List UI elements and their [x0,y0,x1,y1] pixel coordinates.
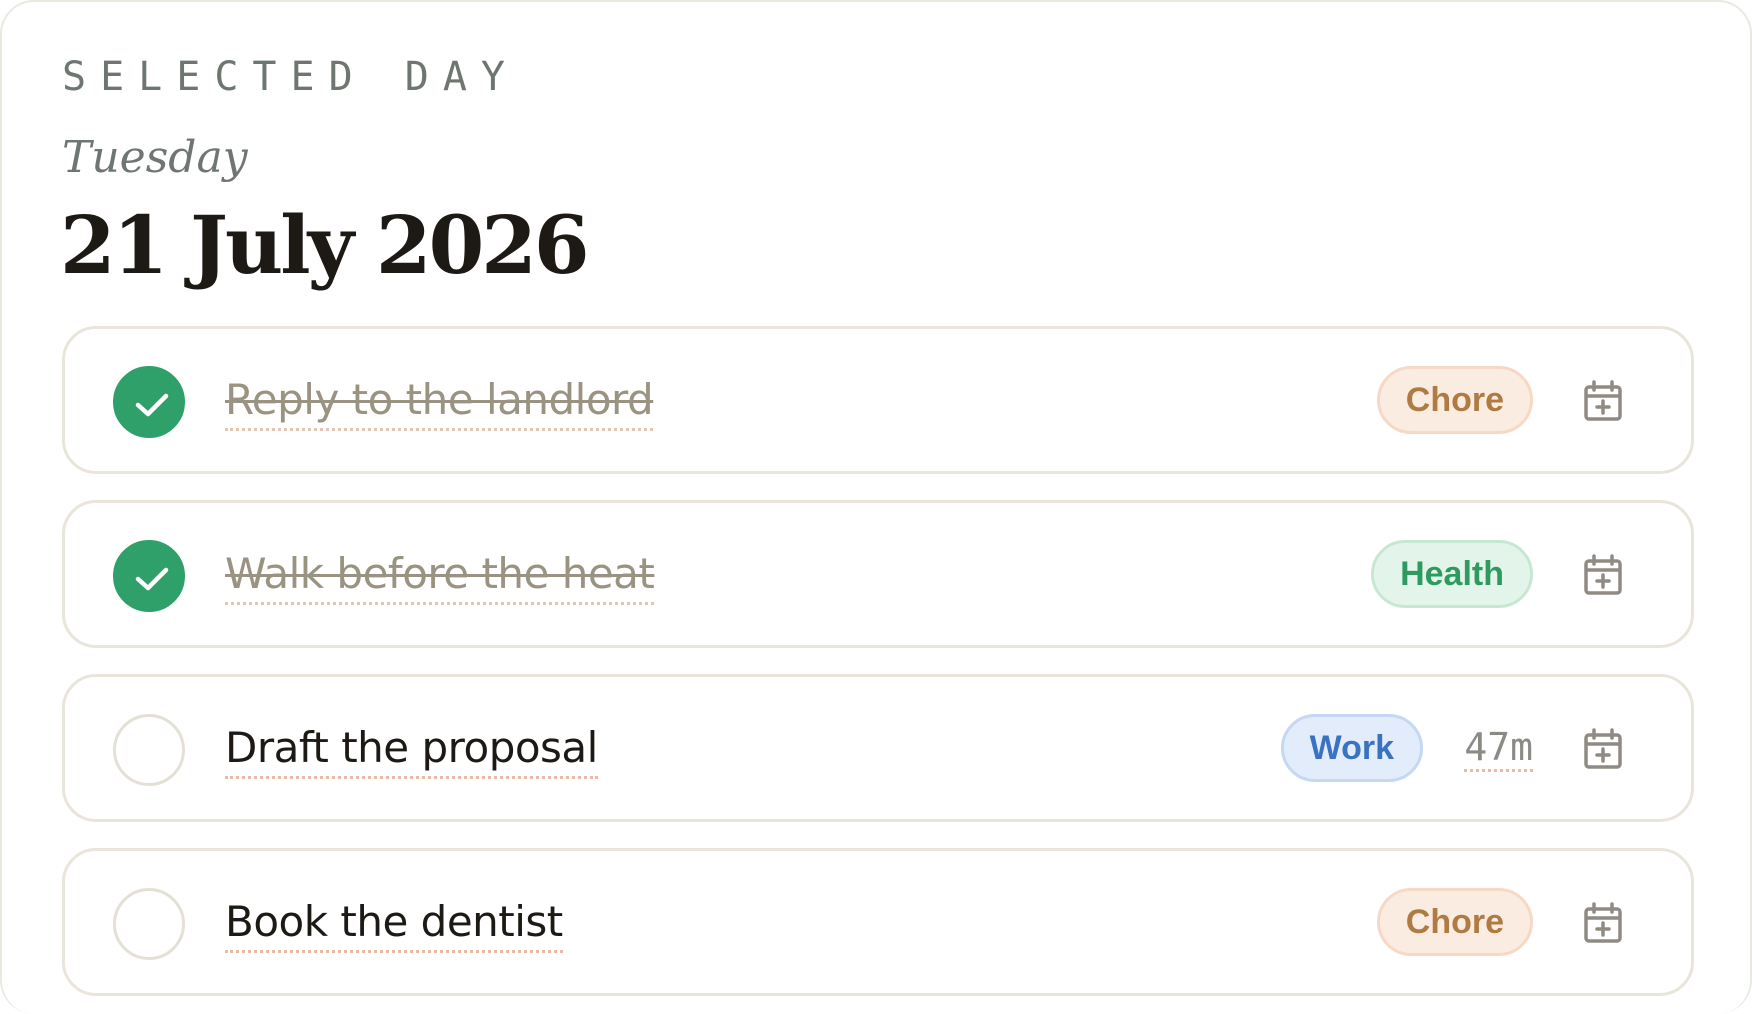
task-checkbox[interactable] [113,888,185,960]
task-row: Book the dentist Chore [62,848,1694,996]
calendar-plus-icon [1584,554,1622,595]
calendar-plus-icon [1584,728,1622,769]
category-tag[interactable]: Chore [1376,366,1533,434]
schedule-button[interactable] [1577,550,1629,602]
task-row: Reply to the landlord Chore [62,326,1694,474]
schedule-button[interactable] [1577,724,1629,776]
schedule-button[interactable] [1577,376,1629,428]
calendar-plus-icon [1584,902,1622,943]
schedule-button[interactable] [1577,898,1629,950]
task-checkbox[interactable] [113,540,185,612]
task-row: Draft the proposal Work 47m [62,674,1694,822]
date-heading: 21 July 2026 [60,198,590,292]
calendar-plus-icon [1584,380,1622,421]
task-title[interactable]: Reply to the landlord [225,373,654,431]
weekday-label: Tuesday [62,132,248,183]
task-title[interactable]: Book the dentist [225,895,563,953]
task-title[interactable]: Walk before the heat [225,547,655,605]
duration-label[interactable]: 47m [1464,725,1533,772]
task-title[interactable]: Draft the proposal [225,721,598,779]
category-tag[interactable]: Chore [1376,888,1533,956]
section-label: SELECTED DAY [62,54,519,100]
task-row: Walk before the heat Health [62,500,1694,648]
category-tag[interactable]: Work [1280,714,1423,782]
task-checkbox[interactable] [113,714,185,786]
checkmark-icon [135,393,169,417]
checkmark-icon [135,567,169,591]
category-tag[interactable]: Health [1371,540,1533,608]
task-checkbox[interactable] [113,366,185,438]
selected-day-panel: SELECTED DAY Tuesday 21 July 2026 Reply … [0,0,1752,1014]
